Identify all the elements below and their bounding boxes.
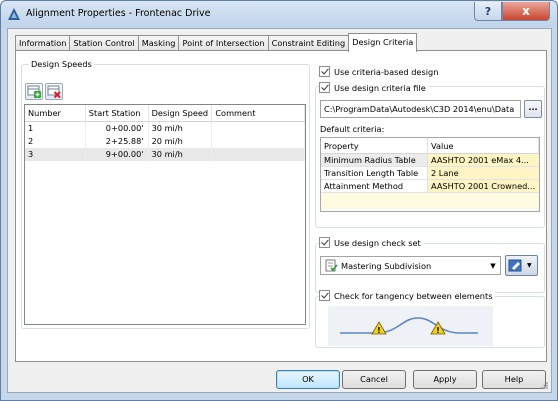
cell-design-speed[interactable]: 20 mi/h [149,135,213,148]
tab-point-of-intersection[interactable]: Point of Intersection [178,35,269,51]
use-criteria-checkbox-row[interactable]: Use criteria-based design [319,66,438,77]
close-icon: x [522,4,530,18]
cell-property: Transition Length Table [321,167,428,179]
table-row[interactable]: 2 2+25.88' 20 mi/h [25,135,305,148]
cell-number: 2 [25,135,86,148]
resize-grip-icon[interactable] [540,381,549,390]
col-property: Property [321,138,428,153]
check-set-dropdown[interactable]: Mastering Subdivision ▼ [320,256,501,275]
design-speeds-group: Design Speeds Number Start Station Desig… [21,59,310,329]
title-close-button[interactable]: x [502,2,550,21]
use-file-checkbox-row[interactable]: Use design criteria file [319,82,429,93]
cell-comment[interactable] [212,148,305,161]
svg-text:!: ! [377,326,381,335]
apply-button[interactable]: Apply [413,370,477,389]
tab-station-control[interactable]: Station Control [69,35,139,51]
design-speeds-table[interactable]: Number Start Station Design Speed Commen… [24,104,306,325]
edit-check-set-icon [508,259,522,272]
add-speed-button[interactable] [25,83,43,100]
use-file-checkbox[interactable] [319,82,330,93]
cell-start-station[interactable]: 9+00.00' [86,148,149,161]
cell-property: Attainment Method [321,180,428,192]
tangency-label: Check for tangency between elements [334,290,493,301]
check-set-icon [325,259,338,272]
split-arrow-icon: ▼ [527,262,532,269]
col-design-speed[interactable]: Design Speed [149,105,213,121]
cell-comment[interactable] [212,135,305,148]
col-start-station[interactable]: Start Station [86,105,149,121]
add-row-icon [27,85,41,98]
cell-design-speed[interactable]: 30 mi/h [149,148,213,161]
table-row[interactable]: Attainment Method AASHTO 2001 Crowned... [321,180,539,193]
default-criteria-table[interactable]: Property Value Minimum Radius Table AASH… [320,137,540,212]
tab-masking[interactable]: Masking [137,35,180,51]
chevron-down-icon: ▼ [490,261,496,270]
use-check-set-checkbox[interactable] [319,237,330,248]
cell-start-station[interactable]: 0+00.00' [86,122,149,135]
design-speeds-title: Design Speeds [29,59,94,69]
title-bar[interactable]: Alignment Properties - Frontenac Drive ?… [1,1,557,27]
tangency-checkbox-row[interactable]: Check for tangency between elements [319,290,496,301]
civil3d-app-icon [8,8,20,20]
window-title: Alignment Properties - Frontenac Drive [26,8,211,19]
criteria-table-header: Property Value [321,138,539,154]
cell-comment[interactable] [212,122,305,135]
table-row[interactable]: Minimum Radius Table AASHTO 2001 eMax 4.… [321,154,539,167]
table-row[interactable]: 1 0+00.00' 30 mi/h [25,122,305,135]
cell-value[interactable]: 2 Lane [428,167,539,179]
cell-design-speed[interactable]: 30 mi/h [149,122,213,135]
design-criteria-page: Design Speeds Number Start Station Desig… [15,50,547,362]
criteria-file-path[interactable]: C:\ProgramData\Autodesk\C3D 2014\enu\Dat… [320,100,521,118]
cell-value[interactable]: AASHTO 2001 eMax 4... [428,154,539,166]
tangency-checkbox[interactable] [319,290,330,301]
browse-button[interactable]: ... [524,100,542,118]
design-speeds-header: Number Start Station Design Speed Commen… [25,105,306,122]
use-criteria-checkbox[interactable] [319,66,330,77]
use-file-label: Use design criteria file [334,82,426,93]
cell-property: Minimum Radius Table [321,154,428,166]
help-icon: ? [484,4,492,18]
delete-speed-button[interactable] [45,83,63,100]
col-number[interactable]: Number [25,105,86,121]
cell-start-station[interactable]: 2+25.88' [86,135,149,148]
criteria-table-empty-area [321,193,539,209]
cell-number: 1 [25,122,86,135]
check-set-selected: Mastering Subdivision [341,260,432,271]
default-criteria-label: Default criteria: [320,124,385,134]
tab-information[interactable]: Information [15,35,71,51]
tangency-illustration: ! ! [328,306,493,346]
tab-design-criteria[interactable]: Design Criteria [348,33,418,52]
cancel-button[interactable]: Cancel [342,370,406,389]
ok-button[interactable]: OK [276,370,340,389]
tab-strip: Information Station Control Masking Poin… [15,33,418,52]
dialog-client-area: Information Station Control Masking Poin… [7,28,552,393]
table-row[interactable]: Transition Length Table 2 Lane [321,167,539,180]
check-set-edit-button[interactable]: ▼ [505,255,538,276]
use-check-set-row[interactable]: Use design check set [319,237,424,248]
cell-number: 3 [25,148,86,161]
title-help-button[interactable]: ? [474,2,502,21]
use-criteria-label: Use criteria-based design [334,66,439,77]
delete-row-icon [47,85,61,99]
svg-text:!: ! [436,326,440,335]
cell-value[interactable]: AASHTO 2001 Crowned... [428,180,539,192]
use-check-set-label: Use design check set [334,237,421,248]
table-row[interactable]: 3 9+00.00' 30 mi/h [25,148,305,161]
col-value: Value [428,138,539,153]
help-button[interactable]: Help [482,370,546,389]
col-comment[interactable]: Comment [212,105,306,121]
dialog-window: Alignment Properties - Frontenac Drive ?… [0,0,558,401]
tab-constraint-editing[interactable]: Constraint Editing [267,35,350,51]
